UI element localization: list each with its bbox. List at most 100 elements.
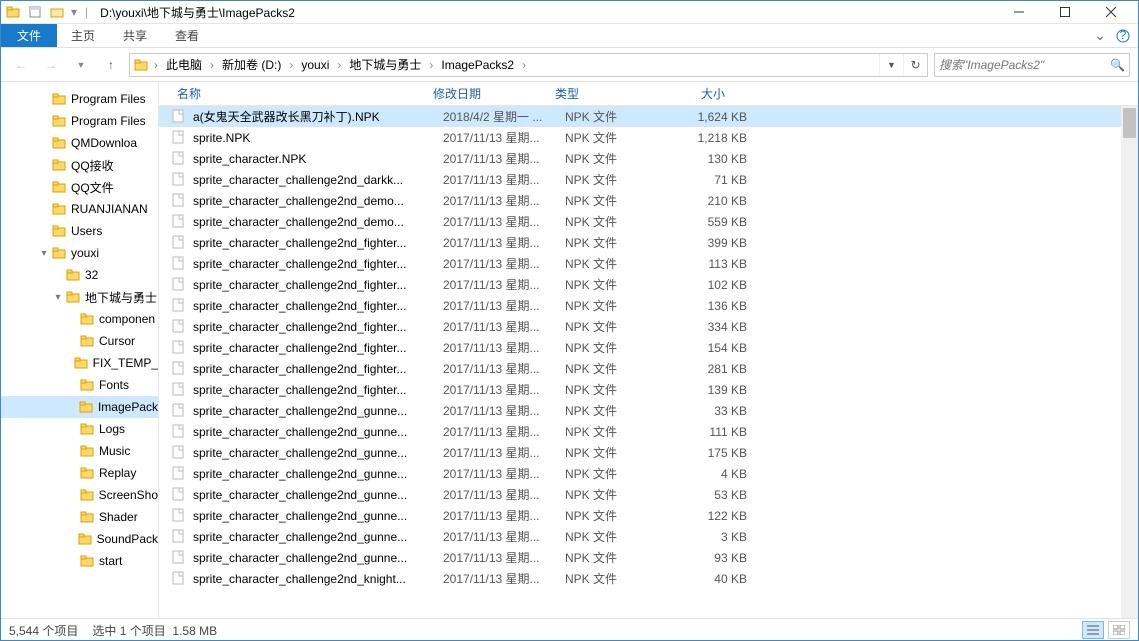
tree-item[interactable]: Replay	[1, 462, 158, 484]
file-row[interactable]: a(女鬼天全武器改长黑刀补丁).NPK2018/4/2 星期一 ...NPK 文…	[159, 106, 1138, 127]
tree-item[interactable]: start	[1, 550, 158, 572]
file-row[interactable]: sprite_character_challenge2nd_fighter...…	[159, 295, 1138, 316]
file-row[interactable]: sprite_character_challenge2nd_gunne...20…	[159, 421, 1138, 442]
scrollbar-thumb[interactable]	[1123, 108, 1136, 138]
qat-dropdown-icon[interactable]: ▾	[71, 5, 77, 19]
breadcrumb-segment[interactable]: 此电脑	[160, 54, 208, 76]
file-row[interactable]: sprite_character_challenge2nd_fighter...…	[159, 337, 1138, 358]
chevron-right-icon[interactable]: ›	[208, 58, 216, 72]
chevron-right-icon[interactable]: ›	[520, 58, 528, 72]
file-list[interactable]: 名称 修改日期 类型 大小 a(女鬼天全武器改长黑刀补丁).NPK2018/4/…	[159, 82, 1138, 618]
file-row[interactable]: sprite_character.NPK2017/11/13 星期...NPK …	[159, 148, 1138, 169]
file-row[interactable]: sprite_character_challenge2nd_fighter...…	[159, 274, 1138, 295]
tree-item[interactable]: Music	[1, 440, 158, 462]
file-type: NPK 文件	[565, 486, 675, 503]
back-button[interactable]: ←	[9, 53, 33, 77]
file-row[interactable]: sprite_character_challenge2nd_fighter...…	[159, 232, 1138, 253]
file-row[interactable]: sprite_character_challenge2nd_fighter...…	[159, 379, 1138, 400]
close-button[interactable]	[1088, 1, 1134, 23]
breadcrumb-segment[interactable]: 新加卷 (D:)	[216, 54, 287, 76]
file-name: sprite.NPK	[193, 131, 443, 145]
breadcrumb-segment[interactable]: ImagePacks2	[435, 54, 520, 76]
tree-item[interactable]: QQ接收	[1, 154, 158, 176]
search-input[interactable]	[939, 58, 1110, 72]
col-type[interactable]: 类型	[549, 85, 659, 102]
file-row[interactable]: sprite_character_challenge2nd_gunne...20…	[159, 463, 1138, 484]
tree-item[interactable]: QQ文件	[1, 176, 158, 198]
recent-dropdown[interactable]: ▼	[69, 53, 93, 77]
tree-item[interactable]: ImagePack	[1, 396, 158, 418]
file-date: 2017/11/13 星期...	[443, 486, 565, 503]
file-size: 53 KB	[675, 488, 747, 502]
file-size: 111 KB	[675, 425, 747, 439]
column-headers[interactable]: 名称 修改日期 类型 大小	[159, 82, 1138, 106]
file-row[interactable]: sprite_character_challenge2nd_gunne...20…	[159, 526, 1138, 547]
refresh-button[interactable]: ↻	[903, 54, 927, 76]
thumbnails-view-button[interactable]	[1108, 621, 1130, 639]
chevron-right-icon[interactable]: ›	[427, 58, 435, 72]
breadcrumb-segment[interactable]: youxi	[295, 54, 335, 76]
file-row[interactable]: sprite_character_challenge2nd_demo...201…	[159, 211, 1138, 232]
address-bar[interactable]: › 此电脑›新加卷 (D:)›youxi›地下城与勇士›ImagePacks2›…	[129, 53, 928, 77]
tree-item[interactable]: Program Files	[1, 88, 158, 110]
up-button[interactable]: ↑	[99, 53, 123, 77]
expand-icon[interactable]: ▾	[37, 248, 51, 259]
tree-item[interactable]: ▾youxi	[1, 242, 158, 264]
file-row[interactable]: sprite_character_challenge2nd_fighter...…	[159, 316, 1138, 337]
file-row[interactable]: sprite.NPK2017/11/13 星期...NPK 文件1,218 KB	[159, 127, 1138, 148]
tree-item[interactable]: ▾地下城与勇士	[1, 286, 158, 308]
file-row[interactable]: sprite_character_challenge2nd_knight...2…	[159, 568, 1138, 589]
file-row[interactable]: sprite_character_challenge2nd_fighter...…	[159, 358, 1138, 379]
tree-item[interactable]: Logs	[1, 418, 158, 440]
properties-icon[interactable]	[27, 4, 43, 20]
tree-item[interactable]: Shader	[1, 506, 158, 528]
folder-tree[interactable]: Program FilesProgram FilesQMDownloaQQ接收Q…	[1, 82, 159, 618]
ribbon-tab[interactable]: 共享	[109, 24, 161, 47]
tree-item[interactable]: 32	[1, 264, 158, 286]
breadcrumb-segment[interactable]: 地下城与勇士	[343, 54, 427, 76]
address-dropdown[interactable]: ▼	[879, 54, 903, 76]
file-row[interactable]: sprite_character_challenge2nd_gunne...20…	[159, 547, 1138, 568]
open-icon[interactable]	[49, 4, 65, 20]
ribbon-tab[interactable]: 主页	[57, 24, 109, 47]
col-size[interactable]: 大小	[659, 85, 731, 102]
col-name[interactable]: 名称	[171, 85, 427, 102]
file-row[interactable]: sprite_character_challenge2nd_gunne...20…	[159, 484, 1138, 505]
file-row[interactable]: sprite_character_challenge2nd_gunne...20…	[159, 400, 1138, 421]
tree-item[interactable]: FIX_TEMP_	[1, 352, 158, 374]
file-row[interactable]: sprite_character_challenge2nd_fighter...…	[159, 253, 1138, 274]
maximize-button[interactable]	[1042, 1, 1088, 23]
chevron-right-icon[interactable]: ›	[335, 58, 343, 72]
tree-item[interactable]: Users	[1, 220, 158, 242]
tree-item[interactable]: Fonts	[1, 374, 158, 396]
search-icon[interactable]: 🔍	[1110, 58, 1125, 72]
chevron-right-icon[interactable]: ›	[152, 58, 160, 72]
file-row[interactable]: sprite_character_challenge2nd_demo...201…	[159, 190, 1138, 211]
tree-item[interactable]: QMDownloa	[1, 132, 158, 154]
file-tab[interactable]: 文件	[1, 24, 57, 47]
tree-item[interactable]: ScreenSho	[1, 484, 158, 506]
file-size: 3 KB	[675, 530, 747, 544]
vertical-scrollbar[interactable]	[1121, 106, 1138, 618]
tree-item[interactable]: Program Files	[1, 110, 158, 132]
ribbon-expand-icon[interactable]: ⌄	[1094, 27, 1106, 44]
minimize-button[interactable]	[996, 1, 1042, 23]
forward-button[interactable]: →	[39, 53, 63, 77]
col-date[interactable]: 修改日期	[427, 85, 549, 102]
details-view-button[interactable]	[1082, 621, 1104, 639]
chevron-right-icon[interactable]: ›	[287, 58, 295, 72]
tree-item[interactable]: RUANJIANAN	[1, 198, 158, 220]
ribbon-tab[interactable]: 查看	[161, 24, 213, 47]
folder-icon	[51, 157, 67, 173]
tree-item[interactable]: Cursor	[1, 330, 158, 352]
file-row[interactable]: sprite_character_challenge2nd_darkk...20…	[159, 169, 1138, 190]
expand-icon[interactable]: ▾	[51, 292, 65, 303]
folder-icon	[65, 289, 81, 305]
help-icon[interactable]: ?	[1116, 29, 1130, 43]
tree-item[interactable]: componen	[1, 308, 158, 330]
search-box[interactable]: 🔍	[934, 53, 1130, 77]
file-type: NPK 文件	[565, 570, 675, 587]
tree-item[interactable]: SoundPack	[1, 528, 158, 550]
file-row[interactable]: sprite_character_challenge2nd_gunne...20…	[159, 442, 1138, 463]
file-row[interactable]: sprite_character_challenge2nd_gunne...20…	[159, 505, 1138, 526]
